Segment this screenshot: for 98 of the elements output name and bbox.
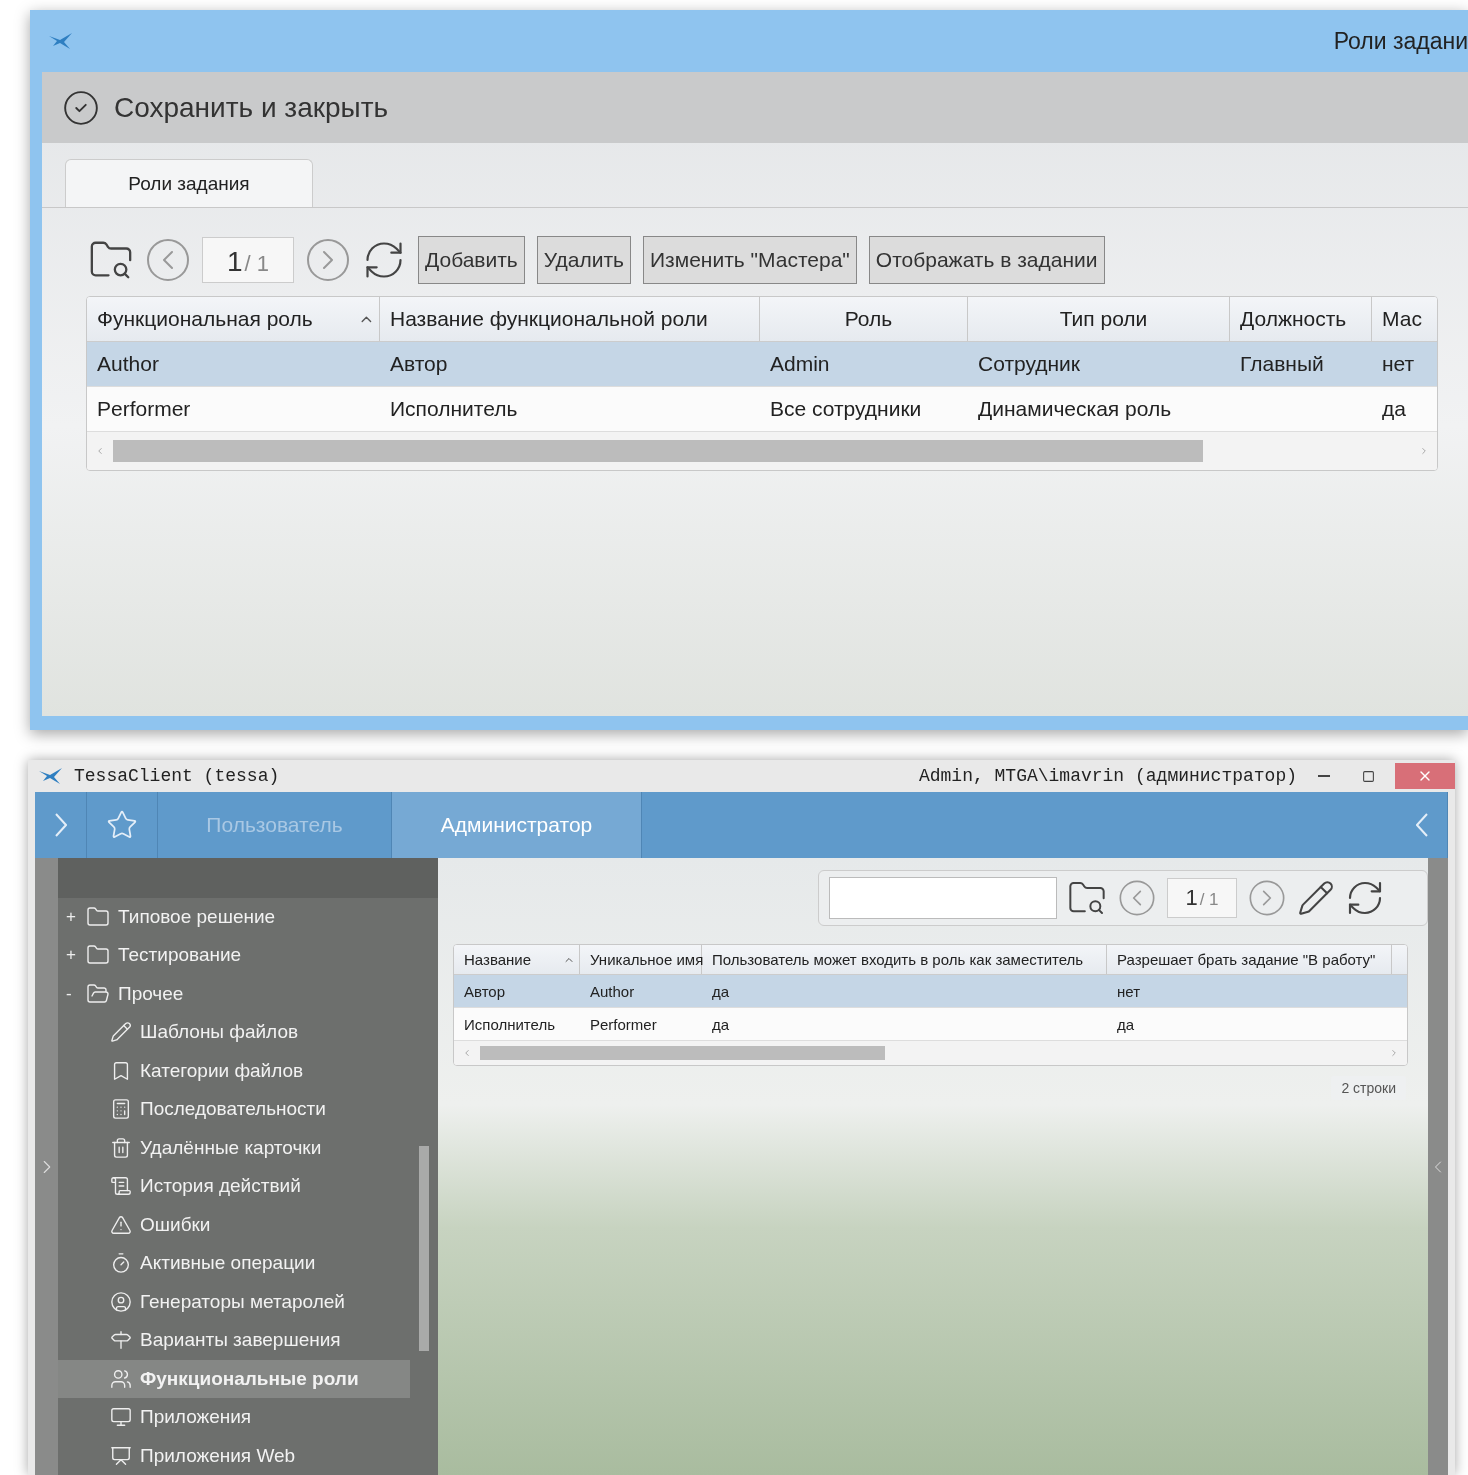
tab[interactable]: Роли задания xyxy=(65,159,313,207)
pencil-icon[interactable] xyxy=(1297,879,1335,917)
table-row[interactable]: Performer Исполнитель Все сотрудники Динамическая роль да xyxy=(87,387,1437,432)
column-header[interactable]: Уникальное имя xyxy=(580,945,702,974)
table-cell-text: да xyxy=(711,981,731,1002)
table-cell-text: Сотрудник xyxy=(977,351,1082,377)
search-field[interactable] xyxy=(829,877,1057,919)
expand-toggle[interactable]: + xyxy=(66,945,78,966)
calculator-icon xyxy=(110,1098,132,1121)
table-cell-text: Performer xyxy=(96,396,192,422)
table-cell-text: Исполнитель xyxy=(389,396,519,422)
minimize-icon xyxy=(1318,775,1330,777)
tree-item[interactable]: Удалённые карточки xyxy=(58,1128,410,1168)
user-name: Admin, MTGA\imavrin (администратор) xyxy=(918,766,1297,786)
trash-icon xyxy=(110,1136,132,1159)
stopwatch-icon xyxy=(110,1252,132,1275)
maximize-icon xyxy=(1361,769,1375,783)
tree-item[interactable]: - Прочее xyxy=(58,974,410,1014)
table-cell-text: нет xyxy=(1381,351,1416,377)
chevron-left-icon xyxy=(1415,813,1428,837)
table-cell-text: Главный xyxy=(1239,351,1325,377)
toolbar-button[interactable]: Удалить xyxy=(536,236,631,284)
column-header[interactable]: Тип роли xyxy=(968,297,1230,341)
column-header[interactable]: Название функциональной роли xyxy=(380,297,760,341)
monitor-icon xyxy=(110,1406,132,1429)
column-header[interactable]: Функциональная роль xyxy=(87,297,380,341)
table-cell-text: Автор xyxy=(389,351,449,377)
star-icon xyxy=(106,809,138,841)
table-cell-text: Admin xyxy=(769,351,831,377)
tree-item[interactable]: Последовательности xyxy=(58,1090,410,1129)
column-header[interactable]: Должность xyxy=(1230,297,1372,341)
column-header[interactable]: Пользователь может входить в роль как заместитель xyxy=(702,945,1107,974)
table-row[interactable]: Автор Author да нет xyxy=(454,975,1407,1008)
table-cell-text: да xyxy=(1381,396,1407,422)
tree-item[interactable]: История действий xyxy=(58,1167,410,1206)
table-cell-text: нет xyxy=(1116,981,1141,1002)
table-cell-text: Исполнитель xyxy=(463,1014,556,1035)
tree-item[interactable]: Варианты завершения xyxy=(58,1321,410,1360)
signpost-icon xyxy=(110,1329,132,1352)
warning-icon xyxy=(110,1213,132,1236)
tree-item[interactable]: Приложения Web xyxy=(58,1436,410,1475)
page-indicator: 1/ 1 xyxy=(1167,878,1237,918)
toolbar-button[interactable]: Добавить xyxy=(418,236,525,284)
close-button[interactable] xyxy=(1395,763,1455,789)
table-cell-text: Performer xyxy=(589,1014,658,1035)
folder-icon xyxy=(86,904,110,929)
table-cell-text: Author xyxy=(96,351,160,377)
check-circle-icon xyxy=(62,88,100,127)
bird-logo-icon xyxy=(38,767,64,785)
tree-item[interactable]: Категории файлов xyxy=(58,1051,410,1091)
presentation-icon xyxy=(110,1444,132,1467)
scroll-left-icon[interactable] xyxy=(95,446,105,456)
table-cell-text: Автор xyxy=(463,981,507,1002)
horizontal-scrollbar[interactable] xyxy=(87,432,1437,470)
window-title: TessaClient (tessa) xyxy=(74,766,280,786)
tree-item[interactable]: + Типовое решение xyxy=(58,897,410,937)
tree-item[interactable]: Ошибки xyxy=(58,1205,410,1245)
column-header[interactable]: Разрешает брать задание "В работу" xyxy=(1107,945,1392,974)
toolbar-button[interactable]: Отображать в задании xyxy=(868,236,1105,284)
previous-page-icon[interactable] xyxy=(1117,878,1157,918)
bird-logo-icon xyxy=(48,32,74,50)
expand-toggle[interactable]: - xyxy=(66,983,78,1004)
tree-item[interactable]: + Тестирование xyxy=(58,936,410,975)
user-circle-icon xyxy=(110,1290,132,1313)
row-count: 2 строки xyxy=(1331,1076,1406,1100)
save-and-close-button[interactable]: Сохранить и закрыть xyxy=(62,88,389,127)
tree-item[interactable]: Приложения xyxy=(58,1398,410,1437)
table-cell-text: да xyxy=(711,1014,731,1035)
tree-item[interactable]: Активные операции xyxy=(58,1244,410,1283)
sidebar-toggle-strip[interactable] xyxy=(35,858,58,1475)
column-header[interactable]: Мас xyxy=(1372,297,1437,341)
table-cell-text: Author xyxy=(589,981,636,1002)
expand-toggle[interactable]: + xyxy=(66,906,78,927)
horizontal-scrollbar[interactable] xyxy=(454,1041,1407,1065)
table-cell-text: да xyxy=(1116,1014,1136,1035)
tree-item[interactable]: Генераторы метаролей xyxy=(58,1282,410,1321)
column-header[interactable]: Роль xyxy=(760,297,968,341)
scroll-right-icon[interactable] xyxy=(1419,446,1429,456)
users-icon xyxy=(110,1367,132,1390)
toolbar-button[interactable]: Изменить "Мастера" xyxy=(643,236,857,284)
table-row[interactable]: Исполнитель Performer да да xyxy=(454,1008,1407,1041)
window-title: Роли задани xyxy=(1333,27,1468,55)
table-row[interactable]: Author Автор Admin Сотрудник Главный нет xyxy=(87,342,1437,387)
table-cell-text: Динамическая роль xyxy=(977,396,1173,422)
chevron-right-icon xyxy=(54,813,67,837)
scroll-icon xyxy=(110,1175,132,1198)
table-cell-text: Все сотрудники xyxy=(769,396,923,422)
pencil-icon xyxy=(110,1021,132,1044)
previous-page-icon[interactable] xyxy=(144,236,192,284)
open-folder-icon xyxy=(86,981,110,1006)
next-page-icon[interactable] xyxy=(304,236,352,284)
scroll-right-icon[interactable] xyxy=(1389,1048,1399,1058)
scroll-left-icon[interactable] xyxy=(462,1048,472,1058)
tree-item[interactable]: Шаблоны файлов xyxy=(58,1013,410,1052)
next-page-icon[interactable] xyxy=(1247,878,1287,918)
right-panel-toggle[interactable] xyxy=(1428,858,1448,1475)
column-header[interactable]: Название xyxy=(454,945,580,974)
page-indicator: 1/ 1 xyxy=(202,237,294,283)
